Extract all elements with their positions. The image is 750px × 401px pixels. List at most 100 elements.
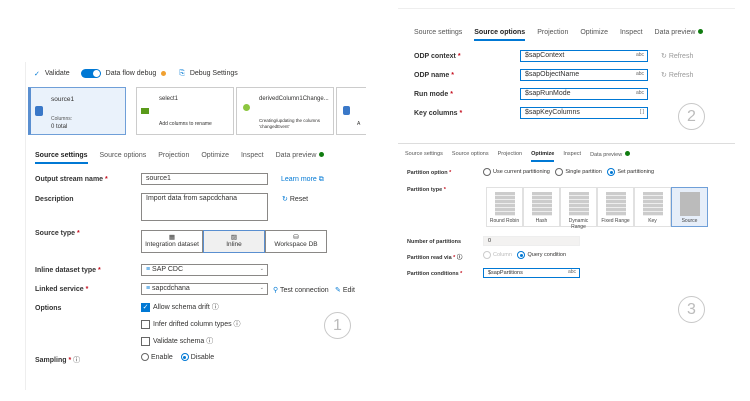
tab-optimize[interactable]: Optimize [580,29,608,41]
label-text: Inline dataset type [35,267,97,274]
tab-label: Data preview [275,152,317,159]
check-icon: ✓ [34,70,40,78]
partition-type-hash[interactable]: Hash [523,187,560,227]
array-icon: [ ] [639,109,644,115]
select-icon [141,108,149,114]
tab-data-preview[interactable]: Data preview [655,29,704,41]
set-partitioning-radio[interactable]: Set partitioning [607,168,655,176]
allow-schema-drift-checkbox[interactable]: ✓ Allow schema drift ⓘ [141,302,219,312]
read-via-query-condition-radio[interactable]: Query condition [517,251,566,259]
input-value: $sapPartitions [488,270,523,276]
tile-label: Dynamic Range [568,218,589,230]
partition-conditions-input[interactable]: $sapPartitions abc [483,268,580,278]
read-via-label: Partition read via * ⓘ [407,255,463,261]
label-text: Linked service [35,286,84,293]
tab-optimize[interactable]: Optimize [201,152,229,164]
tab-source-settings[interactable]: Source settings [35,152,88,164]
tab-projection[interactable]: Projection [158,152,189,164]
radio-label: Single partition [565,169,602,176]
inline-type-select[interactable]: ≡ SAP CDC ⌄ [141,264,268,276]
refresh-icon: ↻ [661,53,667,60]
tab-projection[interactable]: Projection [537,29,568,41]
label-text: Source type [35,230,76,237]
sampling-enable-radio[interactable]: Enable [141,353,173,361]
option-text: Inline [226,241,242,248]
key-columns-input[interactable]: $sapKeyColumns [ ] [520,107,648,119]
odp-name-input[interactable]: $sapObjectName abc [520,69,648,81]
validate-button[interactable]: Validate [45,70,70,77]
test-connection-button[interactable]: ⚲ Test connection [273,286,329,294]
source-type-label: Source type * [35,230,80,237]
source-options-panel: Source settings Source options Projectio… [398,8,735,138]
node-title: derivedColumn1Change... [259,96,329,102]
source-type-workspace-db[interactable]: ⛁ Workspace DB [265,230,327,253]
node-next[interactable]: A [336,87,366,135]
read-via-column-radio[interactable]: Column [483,251,512,259]
partition-option-group: Use current partitioning Single partitio… [483,168,654,176]
single-partition-radio[interactable]: Single partition [555,168,602,176]
key-icon [642,192,663,216]
tab-projection[interactable]: Projection [498,151,522,162]
node-derived-column[interactable]: derivedColumn1Change... Creating/updatin… [236,87,334,135]
tab-source-options[interactable]: Source options [100,152,147,164]
source-type-inline[interactable]: ▨ Inline [203,230,265,253]
partition-type-round-robin[interactable]: Round Robin [486,187,523,227]
output-stream-input[interactable]: source1 [141,173,268,185]
radio-label: Set partitioning [617,169,655,176]
node-select1[interactable]: select1 Add columns to rename [136,87,234,135]
sampling-label: Sampling * ⓘ [35,357,81,364]
run-mode-input[interactable]: $sapRunMode abc [520,88,648,100]
dynamic-range-icon [568,192,589,216]
tab-inspect[interactable]: Inspect [241,152,264,164]
tab-source-options[interactable]: Source options [452,151,489,162]
learn-more-link[interactable]: Learn more ⧉ [281,176,324,184]
info-icon: ⓘ [456,255,463,261]
debug-settings-button[interactable]: Debug Settings [190,70,238,77]
external-link-icon: ⧉ [318,176,324,183]
tab-data-preview[interactable]: Data preview [276,152,325,164]
refresh-context-button[interactable]: ↻ Refresh [661,52,693,60]
read-via-group: Column Query condition [483,251,566,259]
label-text: ODP context [414,53,456,60]
validate-schema-checkbox[interactable]: Validate schema ⓘ [141,336,213,346]
description-input[interactable]: Import data from sapcdchana [141,193,268,221]
source-type-integration-dataset[interactable]: ▦ Integration dataset [141,230,203,253]
node-title: select1 [159,96,179,102]
partition-type-source[interactable]: Source [671,187,708,227]
tab-optimize[interactable]: Optimize [531,151,555,162]
reset-button[interactable]: ↻ Reset [282,195,308,203]
refresh-name-button[interactable]: ↻ Refresh [661,71,693,79]
options-label: Options [35,305,62,312]
tab-inspect[interactable]: Inspect [620,29,643,41]
input-value: $sapKeyColumns [525,109,580,116]
num-partitions-input[interactable]: 0 [483,236,580,246]
tab-source-options[interactable]: Source options [474,29,526,41]
sampling-disable-radio[interactable]: Disable [180,353,214,361]
edit-button[interactable]: ✎ Edit [335,286,355,294]
partition-type-fixed-range[interactable]: Fixed Range [597,187,634,227]
tab-data-preview[interactable]: Data preview [590,151,631,162]
radio-label: Enable [151,353,173,361]
infer-drifted-types-checkbox[interactable]: Infer drifted column types ⓘ [141,319,241,329]
partition-type-key[interactable]: Key [634,187,671,227]
debug-toggle[interactable] [80,69,101,78]
radio-selected [180,353,189,361]
reset-text: Reset [289,196,309,203]
partition-type-dynamic-range[interactable]: Dynamic Range [560,187,597,230]
odp-name-label: ODP name * [414,72,454,79]
tab-source-settings[interactable]: Source settings [414,29,462,41]
radio [555,168,564,176]
use-current-partitioning-radio[interactable]: Use current partitioning [483,168,550,176]
pencil-icon: ✎ [335,287,341,294]
info-icon: ⓘ [233,321,241,328]
linked-service-select[interactable]: ≡ sapcdchana ⌄ [141,283,268,295]
odp-context-input[interactable]: $sapContext abc [520,50,648,62]
tab-source-settings[interactable]: Source settings [405,151,443,162]
tab-inspect[interactable]: Inspect [563,151,581,162]
database-icon [35,106,43,116]
tab-label: Data preview [590,152,623,158]
partition-option-label: Partition option * [407,170,452,176]
hash-icon [531,192,552,216]
partition-type-label: Partition type * [407,187,446,193]
node-source1[interactable]: source1 Columns: 0 total [28,87,126,135]
